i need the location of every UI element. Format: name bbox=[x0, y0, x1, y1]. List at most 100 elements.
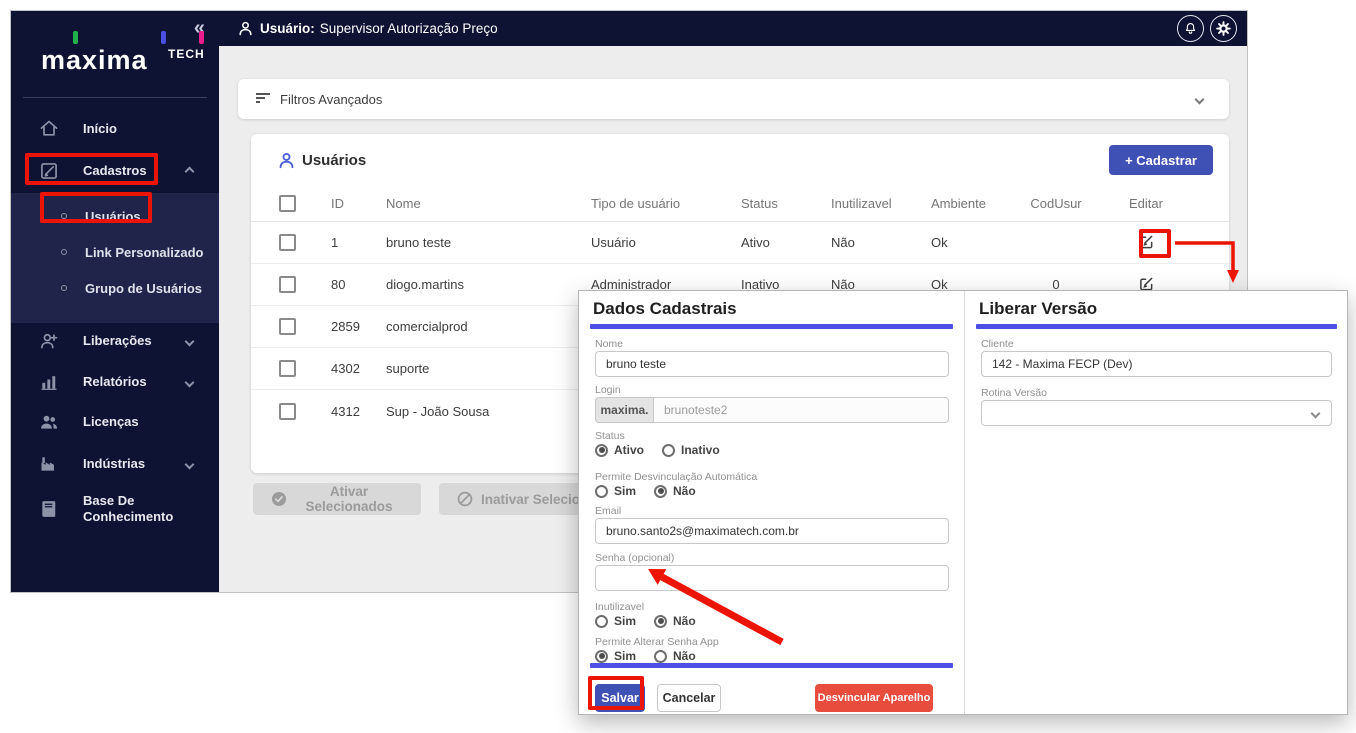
bullet-icon bbox=[61, 285, 67, 291]
radio-ativo[interactable] bbox=[595, 444, 608, 457]
sidebar-item-relatorios[interactable]: Relatórios bbox=[11, 364, 219, 400]
section-divider-bar bbox=[976, 324, 1337, 329]
sidebar-divider bbox=[23, 97, 207, 98]
email-value: bruno.santo2s@maximatech.com.br bbox=[606, 524, 799, 538]
chevron-down-icon bbox=[185, 459, 195, 469]
column-header: Nome bbox=[386, 196, 591, 211]
cell-nome: diogo.martins bbox=[386, 277, 591, 292]
check-circle-icon bbox=[271, 491, 287, 507]
edit-user-modal: Dados Cadastrais Nome bruno teste Login … bbox=[578, 290, 1348, 715]
sidebar-item-label: Início bbox=[83, 121, 117, 137]
sidebar-item-label: Licenças bbox=[83, 414, 139, 430]
sidebar-item-label: Grupo de Usuários bbox=[85, 281, 202, 296]
modal-title: Dados Cadastrais bbox=[593, 299, 737, 319]
sidebar-item-cadastros[interactable]: Cadastros bbox=[11, 153, 219, 189]
row-checkbox[interactable] bbox=[279, 318, 296, 335]
row-checkbox[interactable] bbox=[279, 234, 296, 251]
ativar-selecionados-button[interactable]: Ativar Selecionados bbox=[253, 483, 421, 515]
bar-chart-icon bbox=[39, 372, 59, 392]
email-label: Email bbox=[595, 505, 621, 517]
sidebar-item-liberacoes[interactable]: Liberações bbox=[11, 323, 219, 359]
cell-nome: suporte bbox=[386, 361, 591, 376]
login-input[interactable]: brunoteste2 bbox=[653, 397, 949, 423]
users-title: Usuários bbox=[302, 152, 366, 169]
logo-tick-blue bbox=[161, 31, 166, 44]
nome-input[interactable]: bruno teste bbox=[595, 351, 949, 377]
row-checkbox[interactable] bbox=[279, 360, 296, 377]
sidebar-item-grupo-usuarios[interactable]: Grupo de Usuários bbox=[11, 271, 219, 305]
rotina-versao-select[interactable] bbox=[981, 400, 1332, 426]
cell-inutilizavel: Não bbox=[831, 235, 931, 250]
sidebar-item-industrias[interactable]: Indústrias bbox=[11, 446, 219, 482]
rotina-versao-label: Rotina Versão bbox=[981, 387, 1047, 399]
sidebar-item-link-personalizado[interactable]: Link Personalizado bbox=[11, 235, 219, 269]
alterar-senha-label: Permite Alterar Senha App bbox=[595, 636, 719, 648]
cliente-input[interactable]: 142 - Maxima FECP (Dev) bbox=[981, 351, 1332, 377]
cancelar-button[interactable]: Cancelar bbox=[657, 684, 721, 712]
cell-status: Ativo bbox=[741, 235, 831, 250]
sidebar-item-inicio[interactable]: Início bbox=[11, 111, 219, 147]
modal-title: Liberar Versão bbox=[979, 299, 1097, 319]
column-header: Status bbox=[741, 196, 831, 211]
radio-nao[interactable] bbox=[654, 485, 667, 498]
cell-id: 1 bbox=[331, 235, 386, 250]
cliente-value: 142 - Maxima FECP (Dev) bbox=[992, 357, 1132, 371]
factory-icon bbox=[39, 454, 59, 474]
filters-panel[interactable]: Filtros Avançados bbox=[238, 79, 1229, 119]
cell-nome: Sup - João Sousa bbox=[386, 404, 591, 419]
select-all-checkbox[interactable] bbox=[279, 195, 296, 212]
edit-icon[interactable] bbox=[1101, 234, 1191, 252]
email-input[interactable]: bruno.santo2s@maximatech.com.br bbox=[595, 518, 949, 544]
radio-inativo[interactable] bbox=[662, 444, 675, 457]
row-checkbox[interactable] bbox=[279, 276, 296, 293]
desvinculacao-radio-group: Sim Não bbox=[595, 484, 696, 498]
cell-id: 80 bbox=[331, 277, 386, 292]
desvincular-aparelho-button[interactable]: Desvincular Aparelho bbox=[815, 684, 933, 712]
bell-icon[interactable] bbox=[1177, 15, 1204, 42]
radio-nao[interactable] bbox=[654, 650, 667, 663]
cadastrar-button[interactable]: + Cadastrar bbox=[1109, 145, 1213, 175]
sidebar-item-label: Usuários bbox=[85, 209, 141, 224]
login-input-group: maxima. brunoteste2 bbox=[595, 397, 949, 423]
sidebar-item-usuarios[interactable]: Usuários bbox=[11, 199, 219, 233]
salvar-button[interactable]: Salvar bbox=[595, 684, 645, 712]
sidebar-item-licencas[interactable]: Licenças bbox=[11, 404, 219, 440]
radio-sim[interactable] bbox=[595, 650, 608, 663]
column-header: Editar bbox=[1101, 196, 1191, 211]
nome-label: Nome bbox=[595, 338, 623, 350]
desvinculacao-label: Permite Desvinculação Automática bbox=[595, 471, 757, 483]
status-label: Status bbox=[595, 430, 625, 442]
senha-input[interactable] bbox=[595, 565, 949, 591]
cell-id: 4312 bbox=[331, 404, 386, 419]
section-divider-bar bbox=[590, 324, 953, 329]
bullet-icon bbox=[61, 213, 67, 219]
person-icon bbox=[237, 20, 254, 37]
radio-nao[interactable] bbox=[654, 615, 667, 628]
filters-label: Filtros Avançados bbox=[280, 92, 382, 107]
radio-sim[interactable] bbox=[595, 485, 608, 498]
gear-icon[interactable] bbox=[1210, 15, 1237, 42]
status-radio-group: Ativo Inativo bbox=[595, 443, 720, 457]
column-header: Inutilizavel bbox=[831, 196, 931, 211]
radio-label: Ativo bbox=[614, 443, 644, 457]
filter-icon bbox=[256, 93, 272, 105]
radio-label: Inativo bbox=[681, 443, 720, 457]
radio-sim[interactable] bbox=[595, 615, 608, 628]
cell-nome: bruno teste bbox=[386, 235, 591, 250]
topbar-user: Usuário: Supervisor Autorização Preço bbox=[237, 20, 498, 37]
sidebar-item-base-conhecimento[interactable]: Base De Conhecimento bbox=[11, 487, 219, 531]
chevron-down-icon bbox=[185, 377, 195, 387]
row-checkbox[interactable] bbox=[279, 403, 296, 420]
sidebar-item-label: Relatórios bbox=[83, 374, 147, 390]
users-icon bbox=[277, 151, 296, 170]
table-header: ID Nome Tipo de usuário Status Inutiliza… bbox=[251, 186, 1229, 222]
pencil-square-icon bbox=[39, 161, 59, 181]
book-icon bbox=[39, 499, 59, 519]
radio-label: Sim bbox=[614, 649, 636, 663]
sidebar-submenu-cadastros: Usuários Link Personalizado Grupo de Usu… bbox=[11, 193, 219, 323]
column-header: ID bbox=[331, 196, 386, 211]
logo: maxima TECH bbox=[11, 33, 219, 83]
chevron-down-icon[interactable] bbox=[1195, 94, 1205, 104]
topbar-user-prefix: Usuário: bbox=[260, 21, 315, 36]
senha-label: Senha (opcional) bbox=[595, 552, 674, 564]
